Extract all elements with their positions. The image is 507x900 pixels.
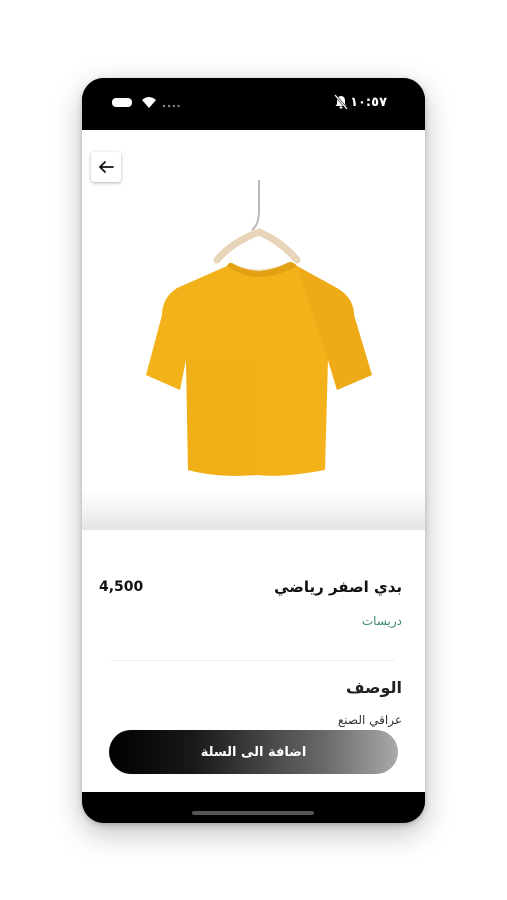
navigation-bar <box>82 792 425 823</box>
status-time: ١٠:٥٧ <box>350 95 387 110</box>
arrow-left-icon <box>99 161 114 173</box>
product-price: 4,500 <box>99 579 144 595</box>
signal-dots-icon <box>162 104 180 108</box>
status-bar: ١٠:٥٧ <box>82 78 425 130</box>
battery-icon <box>112 98 132 107</box>
add-to-cart-button[interactable]: اضافة الى السلة <box>109 730 398 774</box>
divider <box>110 660 395 661</box>
back-button[interactable] <box>91 152 121 182</box>
mute-icon <box>334 94 348 110</box>
product-image-area <box>82 130 425 530</box>
product-category[interactable]: دريسات <box>362 614 402 628</box>
yellow-tshirt-image <box>146 180 372 476</box>
product-name: بدي اصفر رياضي <box>274 578 402 596</box>
home-indicator[interactable] <box>192 811 314 815</box>
wifi-icon <box>142 97 156 108</box>
description-title: الوصف <box>345 678 402 697</box>
description-text: عراقي الصنع <box>337 713 402 727</box>
add-to-cart-label: اضافة الى السلة <box>200 744 307 760</box>
phone-frame: ١٠:٥٧ بدي اصفر رياضي 4,500 دريسات الوصف … <box>82 78 425 823</box>
product-detail-screen: بدي اصفر رياضي 4,500 دريسات الوصف عراقي … <box>82 130 425 792</box>
